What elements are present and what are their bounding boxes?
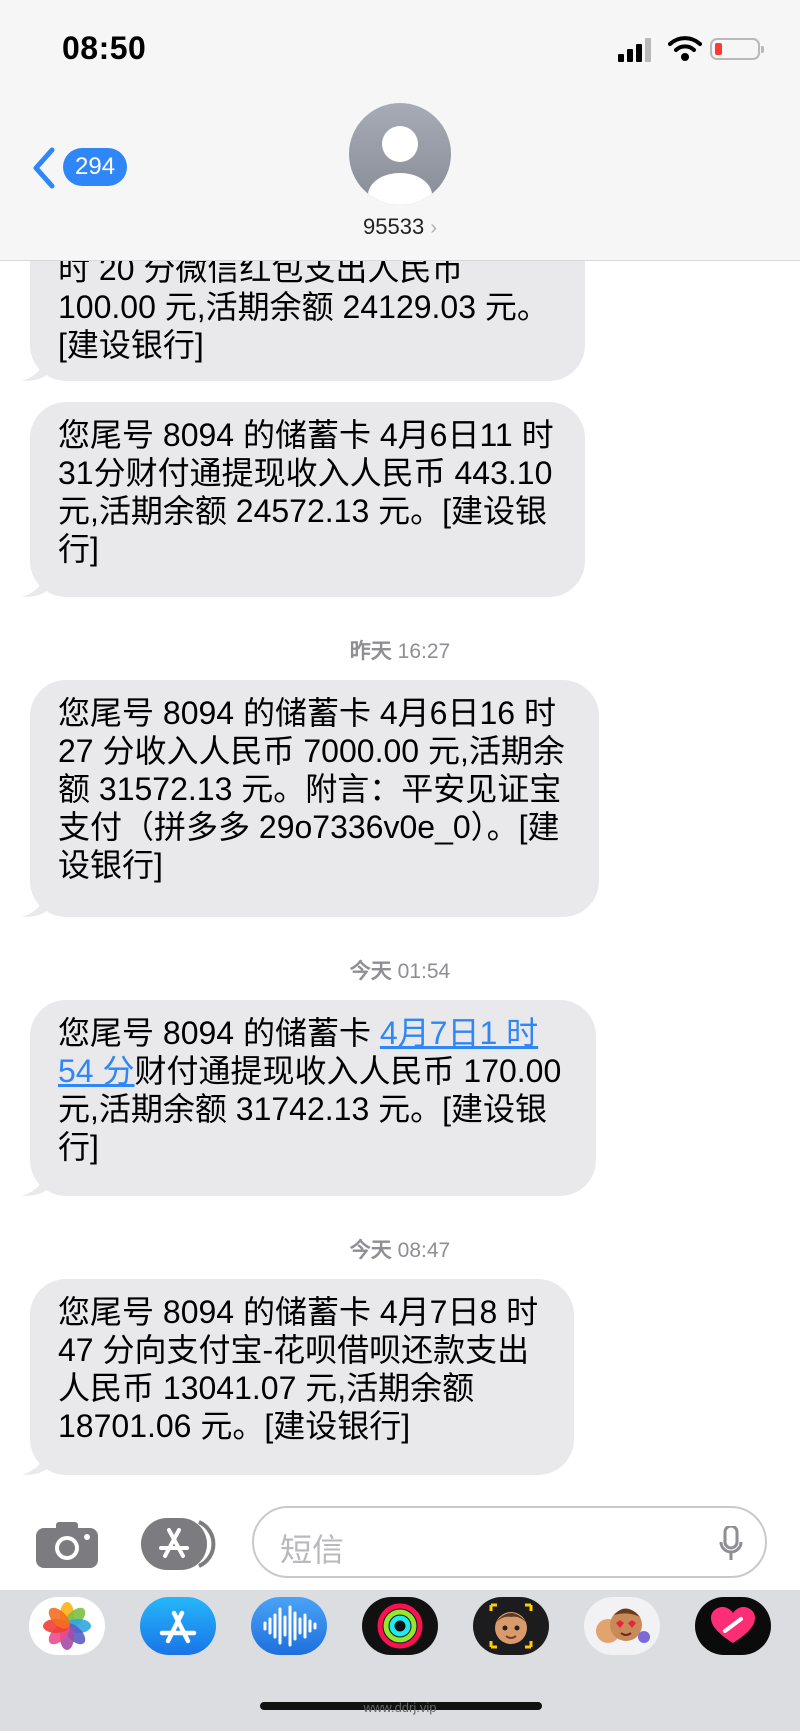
bubble-tail — [22, 891, 48, 917]
message-text: 您尾号 8094 的储蓄卡 4月6日16 时 27 分收入人民币 7000.00… — [58, 695, 565, 883]
audio-message-icon[interactable] — [251, 1597, 327, 1655]
message-text: 您尾号 8094 的储蓄卡 4月7日8 时 47 分向支付宝-花呗借呗还款支出人… — [58, 1294, 539, 1444]
wifi-icon — [668, 36, 702, 61]
app-store-icon — [141, 1518, 216, 1570]
memoji-icon[interactable] — [473, 1597, 549, 1655]
bubble-tail — [22, 571, 48, 597]
battery-low-icon — [710, 38, 764, 60]
contact-number: 95533 — [363, 214, 425, 239]
timestamp: 今天 01:54 — [349, 960, 451, 983]
activity-rings — [377, 1603, 423, 1649]
waveform-glyph — [263, 1605, 317, 1647]
animoji-stickers-icon[interactable] — [584, 1597, 660, 1655]
message-input-placeholder: 短信 — [280, 1532, 345, 1568]
watermark-text: www.ddrj.vip — [363, 1700, 437, 1715]
chevron-left-icon — [33, 147, 55, 189]
apps-button[interactable] — [141, 1516, 219, 1572]
contact-name[interactable]: 95533 › — [300, 214, 500, 240]
message-text: 时 20 分微信红包支出人民币 100.00 元,活期余额 24129.03 元… — [58, 251, 549, 363]
digital-touch-icon[interactable] — [695, 1597, 771, 1655]
message-text-start: 您尾号 8094 的储蓄卡 — [58, 1015, 380, 1051]
unread-count-badge: 294 — [63, 148, 128, 186]
app-store-icon[interactable] — [140, 1597, 216, 1655]
activity-icon[interactable] — [362, 1597, 438, 1655]
bubble-tail — [22, 1170, 48, 1196]
status-time: 08:50 — [62, 30, 147, 66]
photos-icon[interactable] — [29, 1597, 105, 1655]
message-bubble[interactable]: 您尾号 8094 的储蓄卡 4月7日8 时 47 分向支付宝-花呗借呗还款支出人… — [30, 1279, 574, 1475]
message-bubble[interactable]: 您尾号 8094 的储蓄卡 4月7日1 时 54 分财付通提现收入人民币 170… — [30, 1000, 596, 1196]
cellular-signal-icon — [618, 38, 651, 62]
person-icon — [368, 126, 432, 205]
message-input[interactable]: 短信 — [252, 1506, 767, 1578]
timestamp: 今天 08:47 — [349, 1239, 451, 1262]
bubble-tail — [22, 355, 48, 381]
microphone-icon[interactable] — [719, 1526, 743, 1562]
heart-glyph — [711, 1607, 755, 1643]
photos-flower — [43, 1602, 91, 1650]
message-bubble[interactable]: 您尾号 8094 的储蓄卡 4月6日11 时 31分财付通提现收入人民币 443… — [30, 402, 585, 597]
chevron-right-icon: › — [430, 217, 437, 239]
bubble-tail — [22, 1449, 48, 1475]
contact-avatar[interactable] — [349, 103, 451, 205]
message-bubble[interactable]: 您尾号 8094 的储蓄卡 4月6日16 时 27 分收入人民币 7000.00… — [30, 680, 599, 917]
message-text: 您尾号 8094 的储蓄卡 4月6日11 时 31分财付通提现收入人民币 443… — [58, 417, 554, 567]
back-button[interactable]: 294 — [32, 145, 132, 195]
camera-icon[interactable] — [36, 1520, 98, 1568]
timestamp: 昨天 16:27 — [349, 640, 451, 663]
memoji-face — [489, 1603, 533, 1649]
app-store-glyph — [159, 1610, 197, 1644]
sticker-faces — [596, 1608, 650, 1643]
